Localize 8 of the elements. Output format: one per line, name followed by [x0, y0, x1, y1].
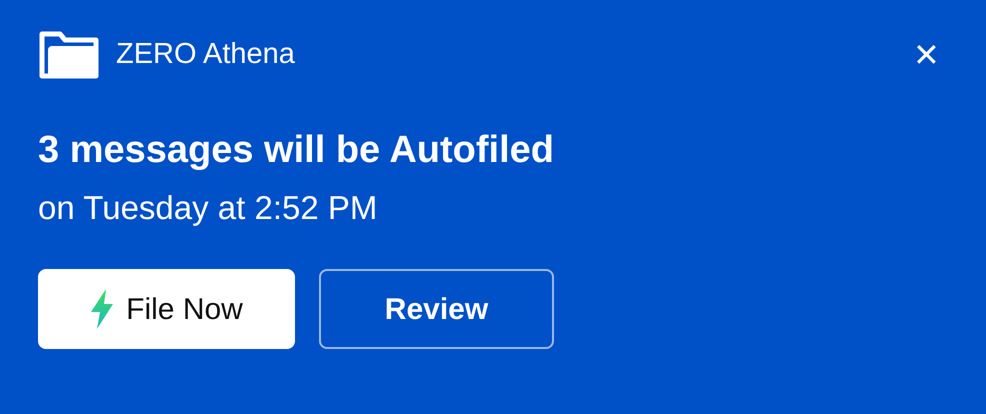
- notification-title: 3 messages will be Autofiled: [38, 128, 554, 173]
- file-now-button[interactable]: File Now: [38, 269, 295, 350]
- folder-icon: [38, 30, 100, 80]
- lightning-icon: [90, 289, 114, 330]
- close-button[interactable]: ✕: [905, 35, 948, 75]
- review-button[interactable]: Review: [319, 269, 554, 350]
- notification-subtitle: on Tuesday at 2:52 PM: [38, 188, 378, 228]
- app-name: ZERO Athena: [116, 37, 295, 72]
